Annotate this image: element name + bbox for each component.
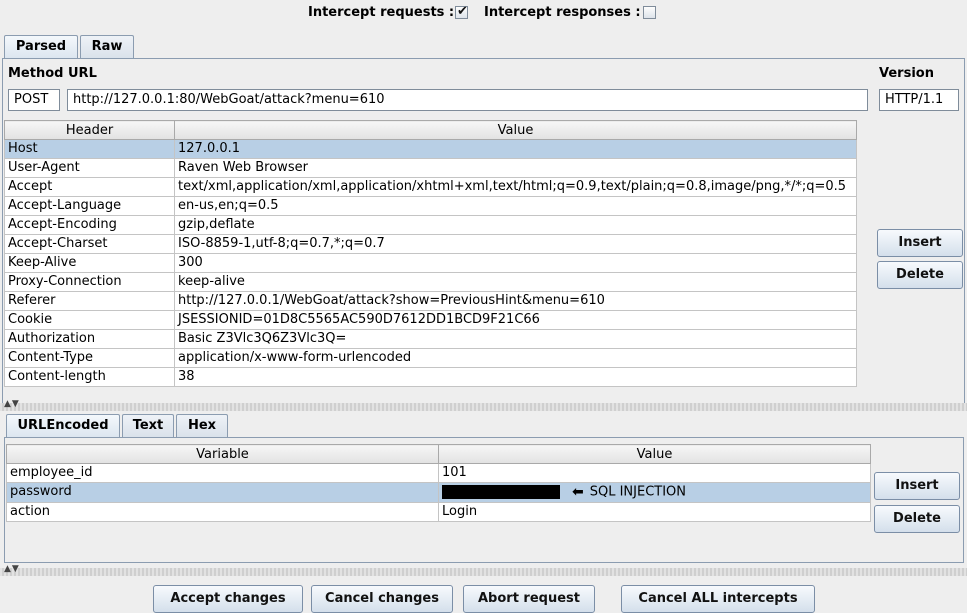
tab-hex[interactable]: Hex xyxy=(176,414,228,438)
header-name-cell[interactable]: Authorization xyxy=(4,329,175,349)
table-row[interactable]: Accept-Encoding gzip,deflate xyxy=(4,215,857,235)
header-name-cell[interactable]: Accept-Language xyxy=(4,196,175,216)
header-value-cell[interactable]: ISO-8859-1,utf-8;q=0.7,*;q=0.7 xyxy=(174,234,857,254)
splitter-handle-bottom[interactable]: ▲▼ xyxy=(0,564,967,576)
param-delete-button[interactable]: Delete xyxy=(874,505,960,533)
header-value-cell[interactable]: JSESSIONID=01D8C5565AC590D7612DD1BCD9F21… xyxy=(174,310,857,330)
intercept-responses-checkbox[interactable] xyxy=(643,6,656,19)
header-insert-button[interactable]: Insert xyxy=(877,229,963,257)
splitter-arrows-icon: ▲▼ xyxy=(4,399,20,409)
table-row[interactable]: Accept-Charset ISO-8859-1,utf-8;q=0.7,*;q… xyxy=(4,234,857,254)
header-value-cell[interactable]: 127.0.0.1 xyxy=(174,139,857,159)
tab-text[interactable]: Text xyxy=(122,414,174,438)
header-name-cell[interactable]: Cookie xyxy=(4,310,175,330)
header-value-cell[interactable]: Basic Z3Vlc3Q6Z3Vlc3Q= xyxy=(174,329,857,349)
version-label: Version xyxy=(879,66,934,81)
splitter-handle[interactable]: ▲▼ xyxy=(0,399,967,411)
header-name-cell[interactable]: Accept xyxy=(4,177,175,197)
param-name-cell[interactable]: action xyxy=(6,501,439,522)
intercept-requests-checkbox[interactable]: ✔ xyxy=(455,4,468,19)
table-row[interactable]: employee_id 101 xyxy=(6,463,871,483)
header-name-cell[interactable]: Accept-Charset xyxy=(4,234,175,254)
table-row[interactable]: Accept-Language en-us,en;q=0.5 xyxy=(4,196,857,216)
version-field[interactable]: HTTP/1.1 xyxy=(879,89,959,111)
url-label: URL xyxy=(68,66,97,81)
header-name-cell[interactable]: Content-Type xyxy=(4,348,175,368)
arrow-left-icon: ⬅ xyxy=(572,484,584,500)
header-value-cell[interactable]: text/xml,application/xml,application/xht… xyxy=(174,177,857,197)
intercept-requests-label: Intercept requests : xyxy=(308,5,455,20)
method-field[interactable]: POST xyxy=(8,89,60,111)
table-row[interactable]: action Login xyxy=(6,501,871,522)
param-value-cell[interactable]: ⬅ SQL INJECTION xyxy=(438,482,871,503)
param-name-cell[interactable]: employee_id xyxy=(6,463,439,483)
table-row[interactable]: Host 127.0.0.1 xyxy=(4,139,857,159)
table-row[interactable]: Authorization Basic Z3Vlc3Q6Z3Vlc3Q= xyxy=(4,329,857,349)
tab-urlencoded[interactable]: URLEncoded xyxy=(6,414,120,438)
redacted-value xyxy=(442,485,560,499)
table-row[interactable]: Content-Type application/x-www-form-urlen… xyxy=(4,348,857,368)
param-value-cell[interactable]: 101 xyxy=(438,463,871,483)
table-row[interactable]: password ⬅ SQL INJECTION xyxy=(6,482,871,503)
header-name-cell[interactable]: Referer xyxy=(4,291,175,311)
tab-raw[interactable]: Raw xyxy=(80,35,134,59)
params-table[interactable]: Variable Value employee_id 101 password ⬅ SQ… xyxy=(6,444,871,522)
header-name-cell[interactable]: Accept-Encoding xyxy=(4,215,175,235)
header-value-cell[interactable]: 300 xyxy=(174,253,857,273)
intercept-bar: Intercept requests : ✔ Intercept respons… xyxy=(0,0,967,26)
sql-injection-annotation: SQL INJECTION xyxy=(589,484,687,500)
header-column-header[interactable]: Header xyxy=(4,120,175,140)
url-field[interactable]: http://127.0.0.1:80/WebGoat/attack?menu=… xyxy=(67,89,868,111)
intercept-responses-label: Intercept responses : xyxy=(484,5,641,20)
header-value-cell[interactable]: 38 xyxy=(174,367,857,387)
table-row[interactable]: Referer http://127.0.0.1/WebGoat/attack?s… xyxy=(4,291,857,311)
table-row[interactable]: Keep-Alive 300 xyxy=(4,253,857,273)
header-value-cell[interactable]: application/x-www-form-urlencoded xyxy=(174,348,857,368)
header-name-cell[interactable]: User-Agent xyxy=(4,158,175,178)
header-delete-button[interactable]: Delete xyxy=(877,261,963,289)
splitter-arrows-icon: ▲▼ xyxy=(4,564,20,574)
tab-parsed[interactable]: Parsed xyxy=(4,35,78,59)
header-value-cell[interactable]: keep-alive xyxy=(174,272,857,292)
header-value-cell[interactable]: http://127.0.0.1/WebGoat/attack?show=Pre… xyxy=(174,291,857,311)
method-label: Method xyxy=(8,66,64,81)
table-row[interactable]: User-Agent Raven Web Browser xyxy=(4,158,857,178)
param-insert-button[interactable]: Insert xyxy=(874,472,960,500)
check-icon: ✔ xyxy=(457,4,468,19)
header-value-cell[interactable]: Raven Web Browser xyxy=(174,158,857,178)
param-value-cell[interactable]: Login xyxy=(438,501,871,522)
value-column-header[interactable]: Value xyxy=(174,120,857,140)
table-row[interactable]: Content-length 38 xyxy=(4,367,857,387)
param-name-cell[interactable]: password xyxy=(6,482,439,503)
table-row[interactable]: Accept text/xml,application/xml,applicati… xyxy=(4,177,857,197)
table-row[interactable]: Proxy-Connection keep-alive xyxy=(4,272,857,292)
variable-column-header[interactable]: Variable xyxy=(6,444,439,464)
header-value-cell[interactable]: en-us,en;q=0.5 xyxy=(174,196,857,216)
header-value-cell[interactable]: gzip,deflate xyxy=(174,215,857,235)
header-name-cell[interactable]: Keep-Alive xyxy=(4,253,175,273)
header-name-cell[interactable]: Host xyxy=(4,139,175,159)
headers-table[interactable]: Header Value Host 127.0.0.1 User-Agent Rave… xyxy=(4,120,857,387)
header-name-cell[interactable]: Content-length xyxy=(4,367,175,387)
param-value-column-header[interactable]: Value xyxy=(438,444,871,464)
header-name-cell[interactable]: Proxy-Connection xyxy=(4,272,175,292)
table-row[interactable]: Cookie JSESSIONID=01D8C5565AC590D7612DD1B… xyxy=(4,310,857,330)
